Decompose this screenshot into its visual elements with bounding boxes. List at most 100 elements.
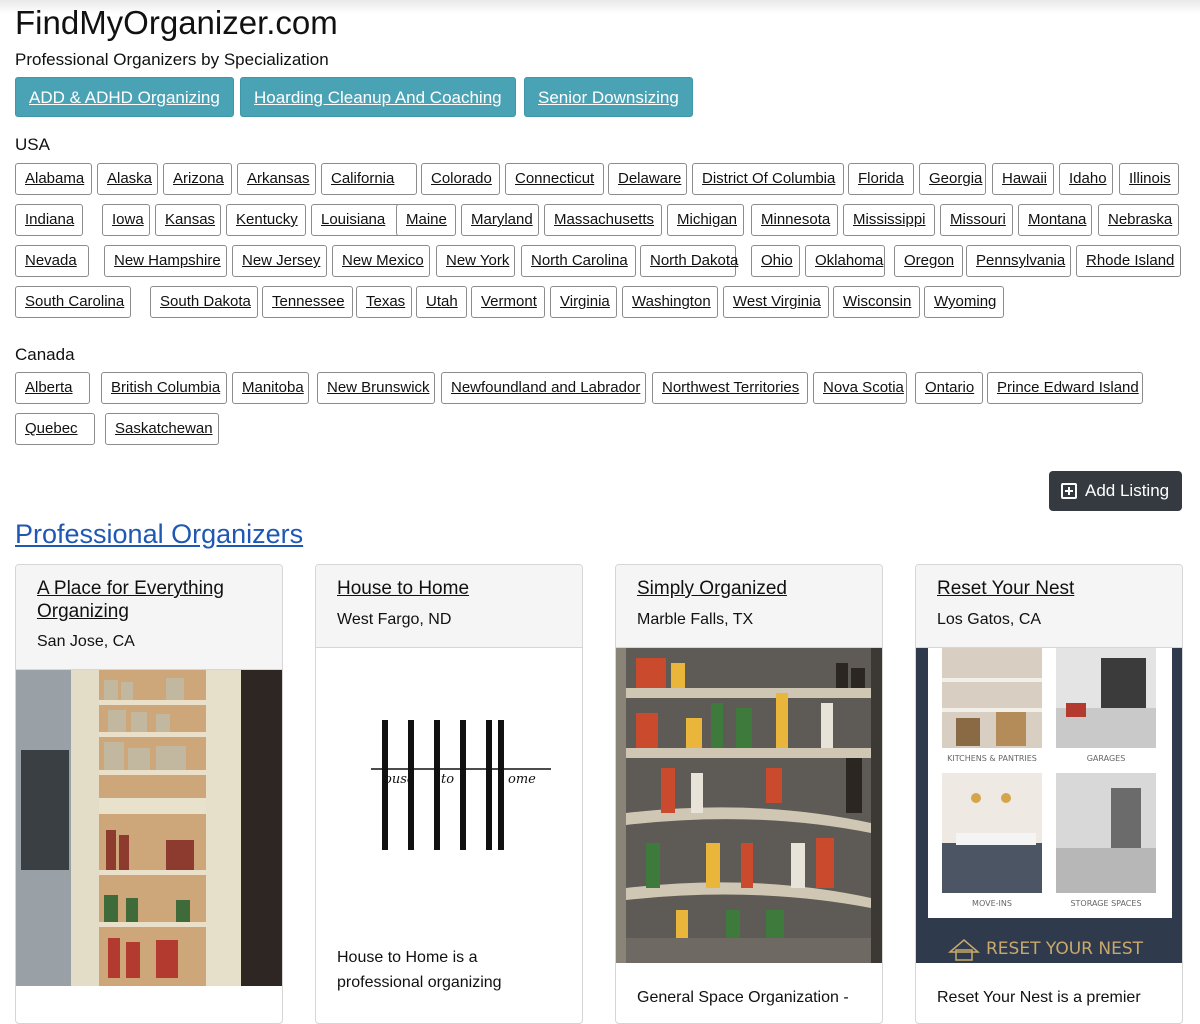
organizer-name-link[interactable]: House to Home xyxy=(337,577,562,600)
site-title[interactable]: FindMyOrganizer.com xyxy=(15,4,338,42)
state-link[interactable]: North Carolina xyxy=(521,245,636,277)
organizer-location: West Fargo, ND xyxy=(337,611,452,628)
state-link[interactable]: Texas xyxy=(356,286,412,318)
state-link[interactable]: Minnesota xyxy=(751,204,838,236)
state-link[interactable]: Oklahoma xyxy=(805,245,885,277)
province-link[interactable]: Ontario xyxy=(915,372,983,404)
state-link[interactable]: Delaware xyxy=(608,163,687,195)
state-link[interactable]: Massachusetts xyxy=(544,204,662,236)
state-link[interactable]: Colorado xyxy=(421,163,500,195)
organizer-description: House to Home is a professional organizi… xyxy=(337,949,502,991)
state-link[interactable]: Florida xyxy=(848,163,914,195)
logo-word-1: ouse xyxy=(384,772,415,787)
organizer-name-link[interactable]: A Place for Everything Organizing xyxy=(37,577,262,623)
state-link[interactable]: Hawaii xyxy=(992,163,1054,195)
province-link[interactable]: Northwest Territories xyxy=(652,372,808,404)
spec-button-hoarding[interactable]: Hoarding Cleanup And Coaching xyxy=(240,77,516,117)
section-title-professional-organizers[interactable]: Professional Organizers xyxy=(15,519,303,550)
province-link[interactable]: Alberta xyxy=(15,372,90,404)
state-link[interactable]: District Of Columbia xyxy=(692,163,844,195)
province-link[interactable]: Manitoba xyxy=(232,372,309,404)
state-link[interactable]: Wyoming xyxy=(924,286,1004,318)
state-link[interactable]: Michigan xyxy=(667,204,744,236)
canada-label: Canada xyxy=(15,345,75,364)
state-link[interactable]: Alabama xyxy=(15,163,92,195)
plus-square-icon xyxy=(1061,483,1077,499)
state-link[interactable]: New Jersey xyxy=(232,245,327,277)
state-link[interactable]: Tennessee xyxy=(262,286,353,318)
state-link[interactable]: Rhode Island xyxy=(1076,245,1181,277)
organizer-name-link[interactable]: Reset Your Nest xyxy=(937,577,1162,600)
state-link[interactable]: Iowa xyxy=(102,204,150,236)
province-link[interactable]: New Brunswick xyxy=(317,372,435,404)
collage-label-kitchens: KITCHENS & PANTRIES xyxy=(947,754,1037,763)
state-link[interactable]: Pennsylvania xyxy=(966,245,1071,277)
state-link[interactable]: West Virginia xyxy=(723,286,829,318)
state-link[interactable]: Connecticut xyxy=(505,163,604,195)
pantry-cabinet-illustration xyxy=(16,670,282,986)
province-link[interactable]: Saskatchewan xyxy=(105,413,219,445)
state-link[interactable]: North Dakota xyxy=(640,245,738,277)
province-link[interactable]: British Columbia xyxy=(101,372,227,404)
spec-button-senior[interactable]: Senior Downsizing xyxy=(524,77,693,117)
state-link[interactable]: Georgia xyxy=(919,163,986,195)
state-link[interactable]: Arizona xyxy=(163,163,232,195)
organizer-name-link[interactable]: Simply Organized xyxy=(637,577,862,600)
state-link[interactable]: Virginia xyxy=(550,286,617,318)
province-link[interactable]: Newfoundland and Labrador xyxy=(441,372,646,404)
card-header: A Place for Everything Organizing San Jo… xyxy=(16,565,282,670)
organizer-card[interactable]: A Place for Everything Organizing San Jo… xyxy=(15,564,283,1024)
state-link[interactable]: Montana xyxy=(1018,204,1092,236)
spec-button-adhd[interactable]: ADD & ADHD Organizing xyxy=(15,77,234,117)
state-link[interactable]: New Mexico xyxy=(332,245,430,277)
organizer-logo[interactable]: ouse to ome xyxy=(316,648,582,933)
pantry-shelves-illustration xyxy=(616,648,882,963)
organizer-description: General Space Organization - xyxy=(637,989,849,1006)
state-link[interactable]: New York xyxy=(436,245,515,277)
state-link[interactable]: Illinois xyxy=(1119,163,1179,195)
state-link[interactable]: South Carolina xyxy=(15,286,131,318)
logo-word-2: to xyxy=(441,772,454,787)
organizer-photo-pantry-cabinet[interactable] xyxy=(16,670,282,986)
organizer-photo-collage[interactable]: KITCHENS & PANTRIES GARAGES MOVE-INS STO… xyxy=(916,648,1182,963)
state-link[interactable]: Washington xyxy=(622,286,718,318)
state-link[interactable]: California xyxy=(321,163,417,195)
state-link[interactable]: Kansas xyxy=(155,204,221,236)
state-link[interactable]: Vermont xyxy=(471,286,545,318)
organizer-card[interactable]: Reset Your Nest Los Gatos, CA KITCHENS &… xyxy=(915,564,1183,1024)
add-listing-label: Add Listing xyxy=(1085,481,1170,500)
province-link[interactable]: Nova Scotia xyxy=(813,372,907,404)
card-header: Reset Your Nest Los Gatos, CA xyxy=(916,565,1182,648)
state-link[interactable]: Utah xyxy=(416,286,467,318)
state-link[interactable]: Missouri xyxy=(940,204,1013,236)
state-link[interactable]: Oregon xyxy=(894,245,963,277)
organizer-card[interactable]: House to Home West Fargo, ND ouse to ome xyxy=(315,564,583,1024)
state-link[interactable]: Ohio xyxy=(751,245,800,277)
state-link[interactable]: South Dakota xyxy=(150,286,258,318)
state-link[interactable]: Arkansas xyxy=(237,163,316,195)
province-link[interactable]: Prince Edward Island xyxy=(987,372,1143,404)
state-link[interactable]: Wisconsin xyxy=(833,286,920,318)
add-listing-button[interactable]: Add Listing xyxy=(1049,471,1182,511)
organizer-card[interactable]: Simply Organized Marble Falls, TX Genera… xyxy=(615,564,883,1024)
state-link[interactable]: Maine xyxy=(396,204,456,236)
usa-label: USA xyxy=(15,135,50,154)
state-link[interactable]: Kentucky xyxy=(226,204,306,236)
state-link[interactable]: Nebraska xyxy=(1098,204,1179,236)
organizer-photo-pantry[interactable] xyxy=(616,648,882,963)
state-link[interactable]: Nevada xyxy=(15,245,89,277)
state-link[interactable]: Alaska xyxy=(97,163,158,195)
card-header: Simply Organized Marble Falls, TX xyxy=(616,565,882,648)
state-link[interactable]: Louisiana xyxy=(311,204,402,236)
province-link[interactable]: Quebec xyxy=(15,413,95,445)
collage-label-garages: GARAGES xyxy=(1087,754,1126,763)
state-link[interactable]: Indiana xyxy=(15,204,83,236)
state-link[interactable]: Mississippi xyxy=(843,204,935,236)
collage-label-storage: STORAGE SPACES xyxy=(1070,899,1141,908)
state-link[interactable]: New Hampshire xyxy=(104,245,227,277)
collage-brand-text: RESET YOUR NEST xyxy=(986,939,1144,959)
state-link[interactable]: Idaho xyxy=(1059,163,1113,195)
state-link[interactable]: Maryland xyxy=(461,204,539,236)
organizer-location: San Jose, CA xyxy=(37,633,135,650)
organizer-location: Marble Falls, TX xyxy=(637,611,754,628)
